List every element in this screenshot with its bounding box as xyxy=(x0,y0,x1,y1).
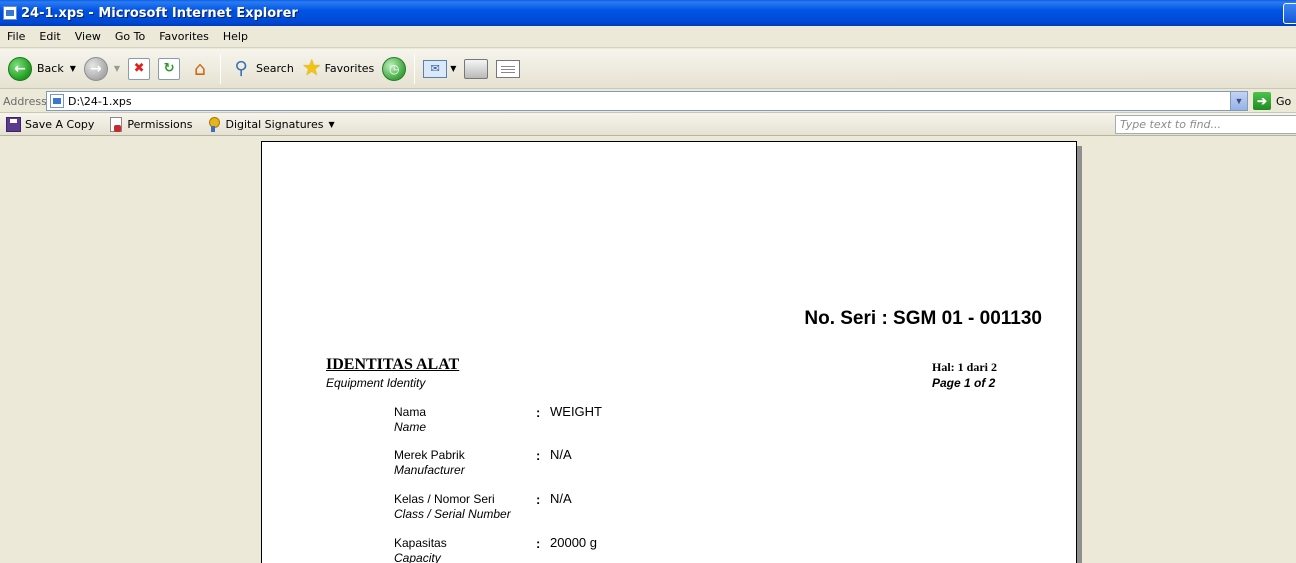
menu-help[interactable]: Help xyxy=(216,30,255,43)
address-value[interactable]: D:\24-1.xps xyxy=(68,95,132,108)
menu-edit[interactable]: Edit xyxy=(32,30,67,43)
field-label: Merek Pabrik xyxy=(394,448,465,462)
xps-viewer-toolbar: Save A Copy Permissions Digital Signatur… xyxy=(0,113,1296,136)
print-button[interactable] xyxy=(460,53,492,85)
menu-view[interactable]: View xyxy=(68,30,108,43)
mail-button[interactable]: ✉ ▼ xyxy=(419,53,460,85)
history-icon: ◷ xyxy=(382,56,407,81)
toolbar-separator xyxy=(220,53,222,84)
mail-dropdown-icon[interactable]: ▼ xyxy=(450,64,456,73)
history-button[interactable]: ◷ xyxy=(378,53,410,85)
address-dropdown-icon[interactable]: ▼ xyxy=(1230,92,1247,110)
field-name: Nama Name : WEIGHT xyxy=(394,404,894,439)
address-bar: Address D:\24-1.xps ▼ ➔ Go xyxy=(0,90,1296,113)
save-disk-icon xyxy=(6,116,21,132)
star-icon: ★ xyxy=(301,56,322,81)
ie-document-icon xyxy=(3,6,17,20)
save-a-copy-button[interactable]: Save A Copy xyxy=(2,116,100,132)
search-label: Search xyxy=(256,62,294,75)
field-label-english: Manufacturer xyxy=(394,463,465,477)
document-page: No. Seri : SGM 01 - 001130 IDENTITAS ALA… xyxy=(261,141,1077,563)
field-label: Nama xyxy=(394,405,427,419)
field-class-serial: Kelas / Nomor Seri Class / Serial Number… xyxy=(394,491,894,526)
ribbon-award-icon xyxy=(208,116,221,132)
section-subtitle: Equipment Identity xyxy=(326,376,426,390)
window-title: 24-1.xps - Microsoft Internet Explorer xyxy=(21,5,298,21)
stop-icon: ✖ xyxy=(128,57,151,80)
find-text-input[interactable]: Type text to find... xyxy=(1115,115,1296,134)
search-icon: ⚲ xyxy=(234,58,248,79)
save-a-copy-label: Save A Copy xyxy=(25,117,95,131)
field-colon: : xyxy=(536,448,541,463)
permissions-label: Permissions xyxy=(127,117,193,131)
field-manufacturer: Merek Pabrik Manufacturer : N/A xyxy=(394,447,894,482)
field-colon: : xyxy=(536,536,541,551)
refresh-icon: ↻ xyxy=(158,57,181,80)
serial-number: No. Seri : SGM 01 - 001130 xyxy=(804,308,1042,329)
menu-favorites[interactable]: Favorites xyxy=(152,30,216,43)
document-viewport[interactable]: No. Seri : SGM 01 - 001130 IDENTITAS ALA… xyxy=(0,137,1296,563)
favorites-label: Favorites xyxy=(324,62,375,75)
forward-arrow-icon: → xyxy=(83,56,108,81)
back-label: Back xyxy=(37,62,64,75)
edit-button[interactable] xyxy=(492,53,524,85)
forward-button[interactable]: → ▼ xyxy=(80,53,124,85)
go-arrow-icon: ➔ xyxy=(1253,92,1271,110)
back-arrow-icon: ← xyxy=(8,56,32,81)
address-label: Address xyxy=(3,94,47,108)
standard-toolbar: ← Back ▼ → ▼ ✖ ↻ ⌂ ⚲ Search ★ Favorites … xyxy=(0,49,1296,89)
field-capacity: Kapasitas Capacity : 20000 g xyxy=(394,535,894,563)
search-button[interactable]: ⚲ Search xyxy=(225,53,298,85)
field-value: WEIGHT xyxy=(550,404,602,419)
page-indicator-english: Page 1 of 2 xyxy=(932,376,996,390)
toolbar-separator xyxy=(414,53,416,84)
signatures-dropdown-icon[interactable]: ▼ xyxy=(328,120,334,129)
refresh-button[interactable]: ↻ xyxy=(154,53,184,85)
menu-go-to[interactable]: Go To xyxy=(108,30,152,43)
mail-icon: ✉ xyxy=(423,59,448,78)
home-icon: ⌂ xyxy=(194,57,207,80)
forward-dropdown-icon[interactable]: ▼ xyxy=(114,64,120,73)
go-button[interactable]: ➔ Go xyxy=(1253,92,1291,110)
printer-icon xyxy=(464,58,489,79)
stop-button[interactable]: ✖ xyxy=(124,53,154,85)
back-dropdown-icon[interactable]: ▼ xyxy=(70,64,76,73)
xps-document-icon xyxy=(50,94,64,108)
menu-bar: File Edit View Go To Favorites Help xyxy=(0,26,1296,48)
field-label-english: Name xyxy=(394,420,427,434)
digital-signatures-button[interactable]: Digital Signatures ▼ xyxy=(204,116,340,132)
field-label: Kapasitas xyxy=(394,536,447,550)
menu-file[interactable]: File xyxy=(0,30,32,43)
field-value: N/A xyxy=(550,491,572,506)
field-value: N/A xyxy=(550,447,572,462)
field-label-english: Class / Serial Number xyxy=(394,507,511,521)
favorites-button[interactable]: ★ Favorites xyxy=(298,53,378,85)
section-title: IDENTITAS ALAT xyxy=(326,356,460,373)
field-label: Kelas / Nomor Seri xyxy=(394,492,495,506)
field-label-english: Capacity xyxy=(394,551,441,563)
back-button[interactable]: ← Back ▼ xyxy=(4,53,80,85)
go-label: Go xyxy=(1276,94,1292,108)
field-colon: : xyxy=(536,492,541,507)
page-indicator: Hal: 1 dari 2 xyxy=(932,360,997,374)
title-bar: 24-1.xps - Microsoft Internet Explorer xyxy=(0,0,1296,26)
minimize-button[interactable] xyxy=(1283,3,1296,24)
home-button[interactable]: ⌂ xyxy=(184,53,216,85)
field-value: 20000 g xyxy=(550,535,597,550)
digital-signatures-label: Digital Signatures xyxy=(225,117,324,131)
edit-page-icon xyxy=(496,59,521,78)
permissions-button[interactable]: Permissions xyxy=(106,116,198,132)
field-colon: : xyxy=(536,405,541,420)
address-input[interactable]: D:\24-1.xps ▼ xyxy=(46,91,1248,111)
permissions-icon xyxy=(110,116,123,132)
